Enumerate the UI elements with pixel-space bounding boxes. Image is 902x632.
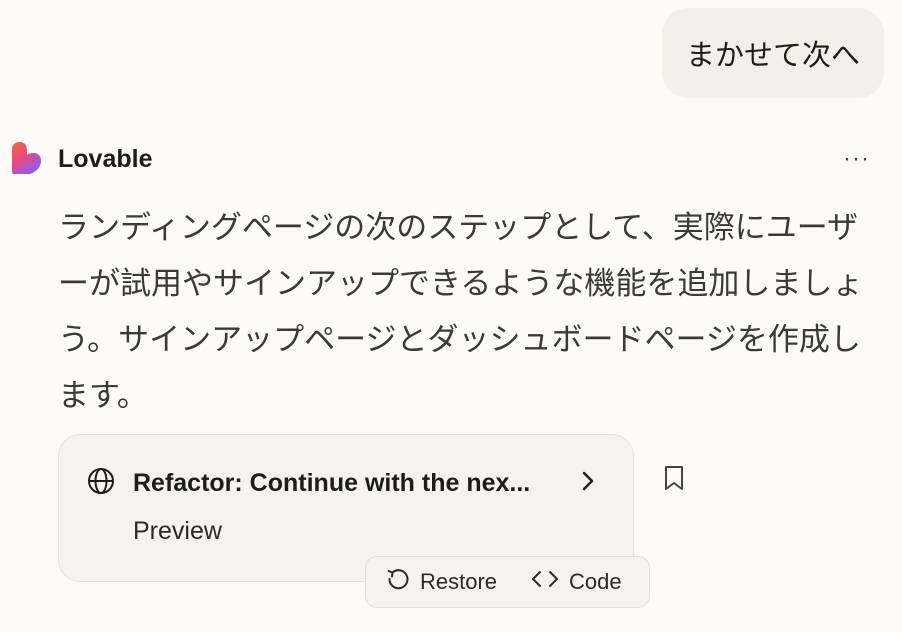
user-message-bubble: まかせて次へ	[661, 8, 884, 98]
more-options-button[interactable]: ···	[839, 145, 874, 173]
change-card-header[interactable]: Refactor: Continue with the nex...	[87, 465, 595, 501]
code-icon	[531, 569, 559, 595]
assistant-message-text: ランディングページの次のステップとして、実際にユーザーが試用やサインアップできる…	[58, 210, 864, 413]
chevron-right-icon[interactable]	[581, 470, 595, 497]
lovable-logo-icon	[10, 141, 42, 177]
user-message-text: まかせて次へ	[685, 40, 860, 72]
assistant-header: Lovable ···	[10, 140, 874, 178]
version-action-bar: Restore Code	[365, 556, 650, 608]
bookmark-icon[interactable]	[662, 464, 686, 492]
assistant-name: Lovable	[58, 144, 153, 173]
globe-icon	[87, 467, 115, 500]
change-card-title: Refactor: Continue with the nex...	[133, 468, 531, 497]
restore-icon	[386, 567, 410, 597]
chat-page: まかせて次へ Lovable ··· ランディングページの次のステップとして、実…	[0, 0, 902, 632]
restore-button[interactable]: Restore	[386, 567, 497, 597]
restore-label: Restore	[420, 569, 498, 594]
code-button[interactable]: Code	[531, 569, 622, 595]
code-label: Code	[569, 569, 622, 594]
change-card-subtitle: Preview	[133, 517, 222, 545]
